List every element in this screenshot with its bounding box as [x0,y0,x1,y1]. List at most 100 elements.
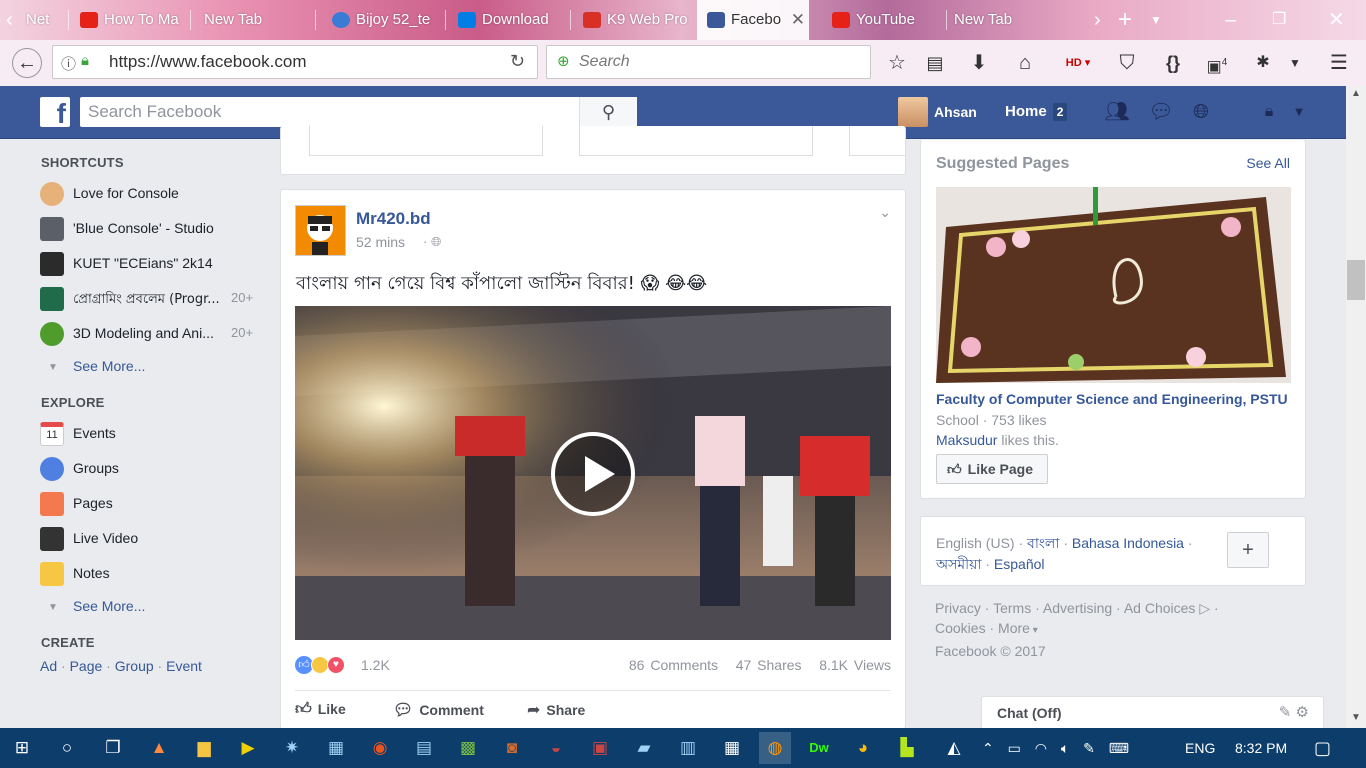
file-explorer-icon[interactable]: ▆ [188,732,220,764]
tray-overflow-chevron-icon[interactable]: ⌃ [982,740,994,756]
reactions-count[interactable]: 1.2K [361,657,390,673]
download-icon[interactable]: ⬇ [964,48,994,78]
app-icon[interactable]: ▥ [672,732,704,764]
gear-icon[interactable]: ⚙ [1296,704,1309,721]
advertising-link[interactable]: Advertising [1043,600,1112,616]
app-icon[interactable]: ▦ [320,732,352,764]
pocket-icon[interactable]: ⛉ [1112,48,1142,78]
browser-search-box[interactable]: ⊕ Search [546,45,871,79]
new-tab-icon[interactable]: + [1118,0,1132,40]
shortcut-item[interactable]: 'Blue Console' - Studio [40,214,265,244]
post-author-avatar[interactable] [295,205,346,256]
volume-icon[interactable]: 🔈︎ [1061,740,1069,756]
explore-item-groups[interactable]: Groups [40,454,265,484]
explore-item-events[interactable]: 11 Events [40,419,265,449]
app-icon[interactable]: ▣ [584,732,616,764]
post-timestamp[interactable]: 52 mins [356,234,405,250]
facebook-search-input[interactable]: Search Facebook ⚲ [80,97,637,127]
reader-list-icon[interactable]: ▤ [920,48,950,78]
post-author-name[interactable]: Mr420.bd [356,209,431,229]
friend-name-link[interactable]: Maksudur [936,432,997,448]
notifications-globe-icon[interactable]: 🌐︎ [1186,97,1216,127]
hd-extension-icon[interactable]: HD ▾ [1058,48,1098,78]
compose-icon[interactable]: ✎ [1279,704,1292,721]
comment-button[interactable]: 💬︎ Comment [393,700,484,720]
app-icon[interactable]: ▰ [628,732,660,764]
app-icon[interactable]: ✷ [276,732,308,764]
calculator-icon[interactable]: ▦ [716,732,748,764]
hamburger-menu-icon[interactable]: ☰ [1324,48,1354,78]
love-reaction-icon[interactable]: ♥ [327,656,345,674]
suggested-page-name[interactable]: Faculty of Computer Science and Engineer… [936,391,1292,407]
cortana-icon[interactable]: ○ [51,732,83,764]
pen-icon[interactable]: ✎ [1083,740,1095,756]
tab-counter-icon[interactable]: ▣4 [1202,48,1232,82]
wifi-icon[interactable]: ◠ [1035,740,1047,756]
chrome-icon[interactable]: ◕ [847,732,879,764]
browser-tab[interactable]: Bijoy 52_te [322,0,444,40]
see-more-shortcuts-link[interactable]: See More... [73,358,145,374]
search-icon[interactable]: ⚲ [579,97,637,127]
close-tab-icon[interactable]: ✕ [791,0,805,40]
language-link[interactable]: বাংলা [1027,536,1059,552]
shortcut-item[interactable]: Love for Console [40,179,265,209]
app-icon[interactable]: ▤ [408,732,440,764]
taskbar-clock[interactable]: 8:32 PM [1235,728,1287,768]
home-link[interactable]: Home 2 [1005,97,1068,127]
browser-tab[interactable]: Download [448,0,568,40]
extension-spider-icon[interactable]: ✱ [1248,48,1278,78]
comments-count[interactable]: 86 Comments [629,657,718,673]
browser-tab[interactable]: K9 Web Pro [573,0,691,40]
info-icon[interactable]: ⓘ [61,53,76,74]
explore-item-live-video[interactable]: Live Video [40,524,265,554]
play-button[interactable] [551,432,635,516]
suggested-page-image[interactable] [936,187,1291,383]
close-window-icon[interactable]: ✕ [1328,0,1345,40]
reload-icon[interactable]: ↻ [510,51,525,72]
restore-icon[interactable]: ❐ [1272,0,1286,40]
browser-tab[interactable]: New Tab [170,0,312,40]
create-page-link[interactable]: Page [70,658,103,674]
ubuntu-icon[interactable]: ◉ [364,732,396,764]
browser-tab[interactable]: New Tab [920,0,1080,40]
create-event-link[interactable]: Event [166,658,202,674]
language-link[interactable]: অসমীয়া [936,557,981,573]
post-options-chevron-icon[interactable]: ⌄ [879,204,891,221]
json-extension-icon[interactable]: {} [1158,48,1188,78]
profile-link[interactable]: Ahsan [898,97,977,127]
task-view-icon[interactable]: ❐ [97,732,129,764]
minimize-icon[interactable]: – [1225,0,1236,40]
keyboard-icon[interactable]: ⌨ [1109,740,1129,756]
account-menu-chevron-icon[interactable]: ▼ [1284,97,1314,127]
app-icon[interactable]: ◒ [540,732,572,764]
add-language-button[interactable]: + [1227,532,1269,568]
see-all-link[interactable]: See All [1246,155,1290,171]
bookmark-star-icon[interactable]: ☆ [882,48,912,78]
app-icon[interactable]: ◙ [496,732,528,764]
url-bar[interactable]: ⓘ 🔒︎ https://www.facebook.com ↻ [52,45,538,79]
app-icon[interactable]: ▙ [891,732,923,764]
more-link[interactable]: More [998,620,1030,636]
overflow-chevron-icon[interactable]: ▼ [1280,48,1310,78]
tab-scroll-right-icon[interactable]: › [1094,0,1101,40]
privacy-shortcuts-icon[interactable]: 🔒︎ [1254,97,1284,127]
explore-item-notes[interactable]: Notes [40,559,265,589]
facebook-logo[interactable]: f [40,97,70,129]
scroll-down-arrow-icon[interactable]: ▼ [1346,712,1366,723]
tab-list-icon[interactable]: ▼ [1150,0,1162,40]
shortcut-item[interactable]: 3D Modeling and Ani... 20+ [40,319,265,349]
search-engine-icon[interactable]: ⊕ [557,52,570,70]
scroll-up-arrow-icon[interactable]: ▲ [1346,88,1366,99]
create-ad-link[interactable]: Ad [40,658,57,674]
matlab-icon[interactable]: ▲ [143,732,175,764]
page-scrollbar[interactable] [1346,86,1366,728]
browser-tab[interactable]: Net [0,0,66,40]
app-icon[interactable]: ◭ [938,732,970,764]
ad-choices-link[interactable]: Ad Choices [1124,600,1196,616]
language-link[interactable]: Español [994,556,1045,572]
like-button[interactable]: 👍︎ Like [295,700,346,719]
input-language[interactable]: ENG [1185,728,1215,768]
url-text[interactable]: https://www.facebook.com [109,52,306,72]
cookies-link[interactable]: Cookies [935,620,986,636]
media-player-icon[interactable]: ▶ [232,732,264,764]
